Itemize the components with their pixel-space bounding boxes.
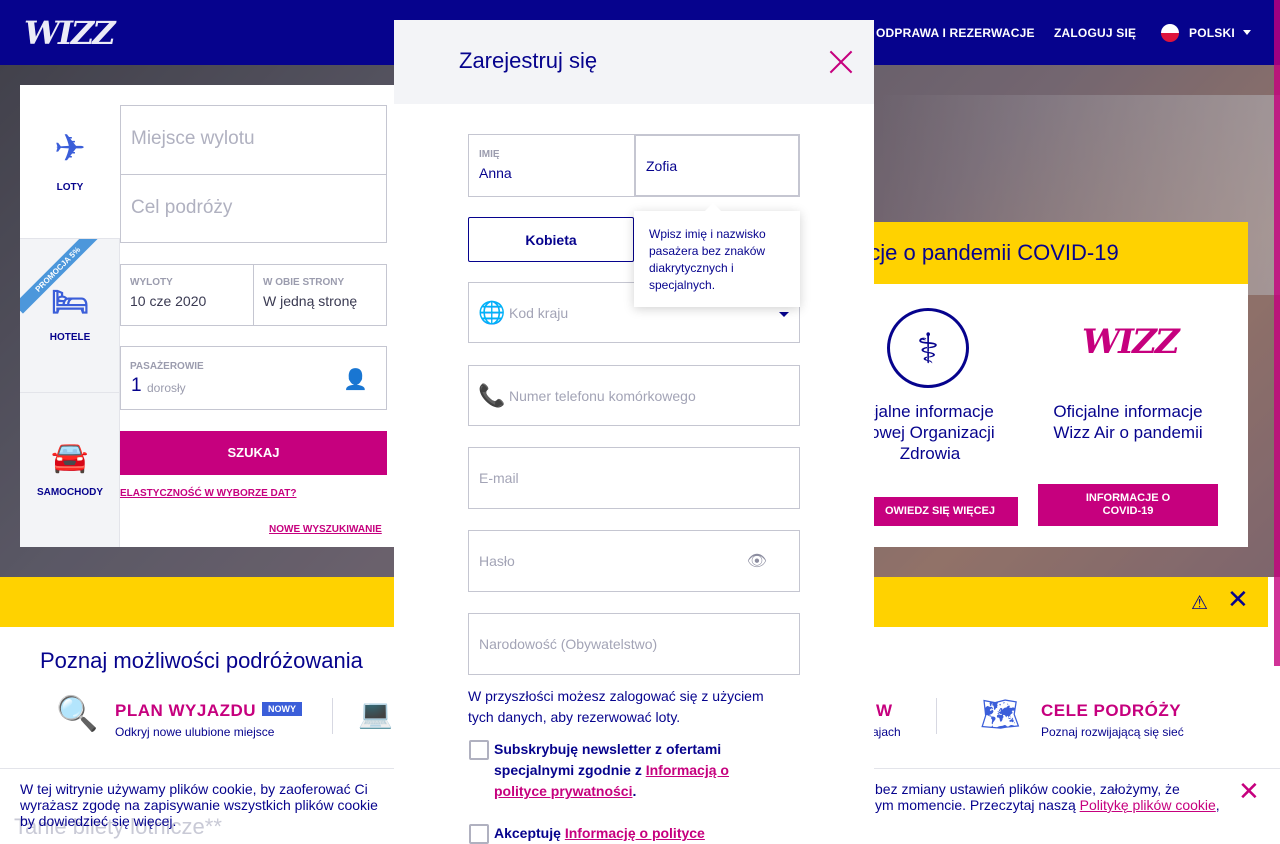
language-label: POLSKI — [1189, 25, 1235, 40]
wizz-logo-icon: WIZZ — [1082, 322, 1180, 362]
eye-icon[interactable]: 👁 — [747, 531, 767, 591]
tab-hotels[interactable]: PROMOCJA 5% 🛏 HOTELE — [20, 239, 120, 393]
cookie-text-part: ym momencie. Przeczytaj naszą — [875, 797, 1076, 813]
checkbox-text: Akceptuję — [494, 825, 561, 841]
passenger-unit: dorosły — [147, 381, 186, 395]
field-label: WYLOTY — [130, 277, 173, 288]
nationality-select[interactable]: Narodowość (Obywatelstwo) — [468, 613, 800, 675]
policy-link[interactable]: Informację o polityce — [565, 825, 705, 841]
warning-icon: ⚠ — [1191, 593, 1209, 614]
field-value: W jedną stronę — [263, 293, 358, 309]
globe-icon: 🌐 — [478, 299, 506, 325]
name-tooltip: Wpisz imię i nazwisko pasażera bez znakó… — [634, 203, 800, 307]
cookie-text-part: W tej witrynie używamy plików cookie, by… — [20, 781, 368, 797]
who-learn-more-button[interactable]: OWIEDZ SIĘ WIĘCEJ — [862, 497, 1018, 526]
newsletter-checkbox[interactable] — [469, 740, 489, 760]
passengers-field[interactable]: PASAŻEROWIE 1 dorosły 👤 — [120, 346, 387, 410]
field-placeholder: Kod kraju — [509, 304, 569, 321]
departure-date-field[interactable]: WYLOTY 10 cze 2020 — [120, 264, 254, 326]
cookie-text-part: bez zmiany ustawień plików cookie, założ… — [875, 781, 1180, 797]
covid-info-button[interactable]: INFORMACJE O COVID-19 — [1038, 484, 1218, 526]
car-icon: 🚘 — [51, 440, 89, 474]
phone-input[interactable]: 📞 Numer telefonu komórkowego — [468, 365, 800, 426]
origin-placeholder: Miejsce wylotu — [131, 128, 255, 149]
newsletter-label: Subskrybuję newsletter z ofertami specja… — [494, 741, 729, 799]
cookie-text-right: bez zmiany ustawień plików cookie, założ… — [875, 781, 1220, 813]
chevron-down-icon — [779, 312, 789, 317]
who-logo-icon: ⚕ — [887, 308, 969, 388]
explore-title: Poznaj możliwości podróżowania — [40, 648, 363, 673]
new-badge: NOWY — [262, 702, 302, 716]
tab-label: SAMOCHODY — [36, 486, 104, 498]
close-icon[interactable]: ✕ — [1238, 778, 1260, 804]
field-label: W OBIE STRONY — [263, 277, 345, 288]
modal-title: Zarejestruj się — [459, 48, 598, 73]
who-info-text: cjalne informacje towej Organizacji Zdro… — [865, 402, 995, 463]
field-label: IMIĘ — [479, 149, 500, 160]
accept-label: Akceptuję Informację o polityce — [494, 823, 774, 844]
feature-title[interactable]: CELE PODRÓŻY — [1041, 701, 1181, 721]
register-modal: Zarejestruj się IMIĘ Anna Zofia Kobieta … — [394, 20, 874, 844]
phone-icon: 📞 — [478, 382, 506, 408]
origin-input[interactable]: Miejsce wylotu — [120, 105, 387, 175]
field-value: Zofia — [646, 158, 678, 174]
tab-label: LOTY — [56, 182, 84, 193]
flexible-dates-link[interactable]: ELASTYCZNOŚĆ W WYBORZE DAT? — [120, 488, 296, 499]
bed-icon: 🛏 — [50, 286, 90, 319]
nav-login-link[interactable]: ZALOGUJ SIĘ — [1054, 0, 1136, 65]
plane-icon: ✈ — [54, 128, 86, 170]
field-placeholder: E-mail — [479, 470, 519, 486]
feature-subtitle: Poznaj rozwijającą się sieć — [1041, 725, 1184, 739]
login-note: W przyszłości możesz zalogować się z uży… — [468, 688, 764, 725]
passenger-count: 1 — [131, 375, 142, 396]
cookie-policy-link[interactable]: Politykę plików cookie — [1080, 797, 1216, 813]
search-tabs: ✈ LOTY PROMOCJA 5% 🛏 HOTELE 🚘 SAMOCHODY — [20, 85, 120, 547]
nav-checkin-link[interactable]: ODPRAWA I REZERWACJE — [876, 0, 1035, 65]
tab-cars[interactable]: 🚘 SAMOCHODY — [20, 393, 120, 547]
gender-female-button[interactable]: Kobieta — [468, 217, 634, 262]
scrollbar[interactable] — [1274, 0, 1280, 666]
last-name-field[interactable]: Zofia — [634, 134, 800, 197]
tab-label: HOTELE — [49, 332, 91, 343]
field-placeholder: Narodowość (Obywatelstwo) — [479, 636, 658, 652]
close-icon[interactable]: ✕ — [1227, 586, 1249, 612]
wizz-logo[interactable]: WIZZ — [24, 14, 116, 52]
field-value: 10 cze 2020 — [130, 293, 207, 309]
password-input[interactable]: Hasło 👁 — [468, 530, 800, 592]
person-icon: 👤 — [343, 369, 368, 391]
feature-subtitle: Odkryj nowe ulubione miejsce — [115, 725, 275, 739]
new-search-link[interactable]: NOWE WYSZUKIWANIE — [269, 524, 382, 535]
modal-header: Zarejestruj się — [394, 20, 874, 104]
poland-flag-icon — [1161, 23, 1179, 42]
covid-title: acje o pandemii COVID-19 — [857, 240, 1119, 265]
cookie-text: W tej witrynie używamy plików cookie, by… — [20, 781, 390, 829]
return-date-field[interactable]: W OBIE STRONY W jedną stronę — [253, 264, 387, 326]
accept-checkbox[interactable] — [469, 824, 489, 844]
cookie-text-part: wyrażasz zgodę na zapisywanie wszystkich… — [20, 797, 378, 813]
search-button[interactable]: SZUKAJ — [120, 431, 387, 475]
map-search-icon: 🔍 — [56, 695, 99, 733]
field-placeholder: Hasło — [479, 553, 515, 569]
laptop-icon: 💻 — [358, 698, 393, 729]
cookie-text-part: by dowiedzieć się więcej. — [20, 813, 177, 829]
field-placeholder: Numer telefonu komórkowego — [509, 387, 696, 404]
map-icon: 🗺 — [980, 696, 1021, 732]
field-label: PASAŻEROWIE — [130, 361, 204, 372]
close-icon[interactable] — [826, 47, 856, 77]
field-value: Anna — [479, 165, 512, 181]
first-name-field[interactable]: IMIĘ Anna — [468, 134, 635, 197]
email-input[interactable]: E-mail — [468, 447, 800, 509]
search-widget: ✈ LOTY PROMOCJA 5% 🛏 HOTELE 🚘 SAMOCHODY … — [20, 85, 400, 547]
chevron-down-icon — [1242, 30, 1251, 35]
wizz-info-text: Oficjalne informacje Wizz Air o pandemii — [1053, 402, 1203, 442]
feature-title[interactable]: PLAN WYJAZDU — [115, 701, 256, 721]
destination-input[interactable]: Cel podróży — [120, 174, 387, 243]
language-selector[interactable]: POLSKI — [1161, 0, 1251, 65]
tab-flights[interactable]: ✈ LOTY — [20, 85, 120, 239]
feature-title[interactable]: W — [876, 701, 893, 721]
feature-subtitle: ajach — [872, 725, 901, 739]
destination-placeholder: Cel podróży — [131, 197, 233, 218]
